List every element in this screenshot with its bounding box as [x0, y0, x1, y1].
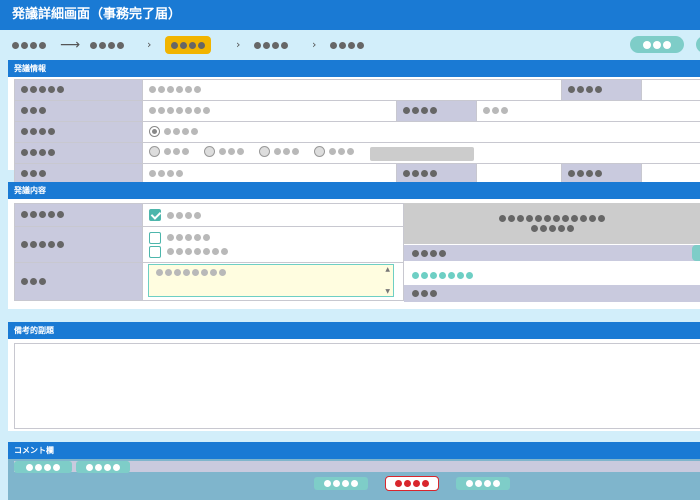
radio-group[interactable] [141, 142, 700, 164]
field-label [14, 121, 143, 143]
approval-header [404, 203, 700, 244]
approval-label [404, 285, 700, 302]
checkbox-icon[interactable] [148, 231, 161, 244]
radio-icon[interactable] [314, 145, 326, 157]
field-value [141, 100, 398, 122]
window-title: 発議詳細画面（事務完了届） [0, 0, 700, 30]
field-label [14, 100, 143, 122]
comment-tab-1[interactable] [14, 461, 72, 473]
secondary-button-left[interactable] [314, 477, 368, 490]
comment-tab-2[interactable] [76, 461, 130, 473]
content-panel: ▲ ▼ [8, 199, 700, 309]
comment-panel [8, 459, 700, 500]
chevron-right-icon: › [312, 38, 317, 51]
field-value [641, 79, 700, 101]
field-value [476, 100, 700, 122]
field-label [14, 226, 143, 263]
scroll-down-icon[interactable]: ▼ [385, 288, 390, 295]
disabled-input [369, 146, 474, 161]
approval-link[interactable] [412, 265, 473, 284]
checkbox-checked-icon[interactable] [148, 209, 161, 221]
step-3-current[interactable] [165, 36, 211, 54]
radio-option[interactable] [148, 145, 189, 157]
primary-danger-button[interactable] [385, 476, 439, 491]
step-2[interactable] [90, 36, 124, 54]
scroll-up-icon[interactable]: ▲ [385, 266, 390, 273]
arrow-right-icon: ⟶ [60, 37, 81, 53]
approval-button[interactable] [692, 245, 700, 261]
radio-icon[interactable] [148, 145, 160, 157]
field-label [14, 142, 143, 164]
radio-option[interactable] [314, 145, 355, 157]
step-5[interactable] [330, 36, 364, 54]
radio-selected-icon[interactable] [148, 126, 160, 138]
radio-option[interactable] [259, 145, 300, 157]
checkbox-icon[interactable] [148, 245, 161, 258]
field-value [141, 79, 563, 101]
field-label [14, 79, 143, 101]
radio-icon[interactable] [259, 145, 271, 157]
comment-textarea[interactable]: ▲ ▼ [148, 264, 394, 297]
remarks-textarea[interactable] [14, 343, 700, 429]
section-header-comment: コメント欄 [8, 442, 700, 459]
radio-group[interactable] [141, 121, 700, 143]
radio-icon[interactable] [204, 145, 216, 157]
secondary-button-right[interactable] [456, 477, 510, 490]
chevron-right-icon: › [147, 38, 152, 51]
step-4[interactable] [254, 36, 288, 54]
approval-label [404, 245, 700, 261]
section-header-remarks: 備考的副題 [8, 322, 700, 339]
section-header-content: 発議内容 [8, 182, 700, 199]
remarks-panel [8, 339, 700, 431]
step-1[interactable] [12, 36, 46, 54]
info-panel [8, 77, 700, 185]
field-label [561, 79, 643, 101]
radio-option[interactable] [204, 145, 245, 157]
chevron-right-icon: › [236, 38, 241, 51]
action-button[interactable] [630, 36, 684, 53]
field-label [14, 203, 143, 227]
field-label [396, 100, 478, 122]
section-header-info: 発議情報 [8, 60, 700, 77]
field-label [14, 262, 143, 301]
checkbox-row[interactable] [141, 203, 405, 227]
workflow-steps: ⟶ › › › [0, 36, 700, 54]
approval-box [404, 203, 700, 303]
checkbox-group[interactable] [141, 226, 405, 263]
